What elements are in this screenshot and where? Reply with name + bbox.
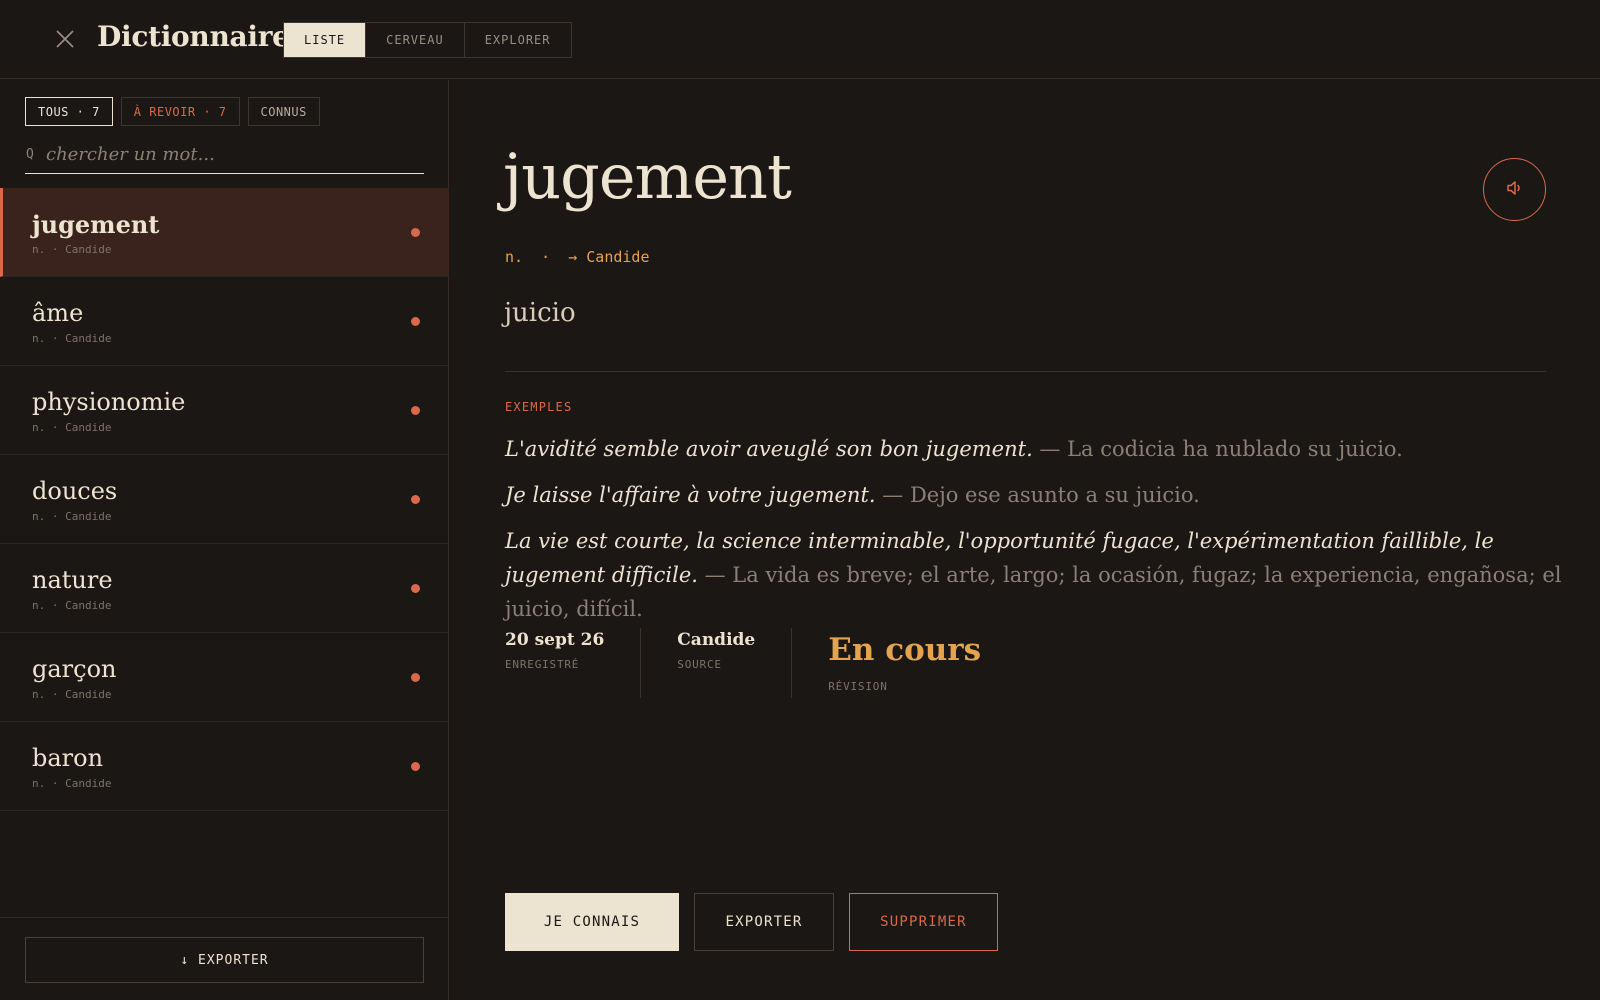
filter-chips: TOUS · 7 À REVOIR · 7 CONNUS (25, 97, 320, 126)
status-dot-icon (411, 406, 420, 415)
search-input[interactable] (46, 144, 406, 165)
divider (505, 371, 1546, 372)
status-dot-icon (411, 584, 420, 593)
list-item-meta: n. · Candide (32, 599, 112, 612)
status-dot-icon (411, 495, 420, 504)
examples-label: EXEMPLES (505, 400, 573, 414)
tab-cerveau[interactable]: CERVEAU (366, 23, 465, 57)
list-item-meta: n. · Candide (32, 510, 112, 523)
word-sidebar: TOUS · 7 À REVOIR · 7 CONNUS Q jugement … (0, 80, 449, 1000)
list-item[interactable]: jugement n. · Candide (0, 188, 449, 277)
search-icon: Q (26, 147, 34, 162)
meta-recorded: 20 sept 26 ENREGISTRÉ (505, 628, 642, 698)
recorded-label: ENREGISTRÉ (505, 658, 580, 671)
tab-liste[interactable]: LISTE (284, 23, 367, 57)
list-item-word: garçon (32, 655, 117, 683)
list-item[interactable]: nature n. · Candide (0, 544, 449, 633)
app-header: Dictionnaire LISTE CERVEAU EXPLORER (0, 0, 1600, 79)
revision-status: En cours (828, 632, 982, 668)
export-list-button[interactable]: ↓ EXPORTER (25, 937, 424, 983)
meta-revision: En cours RÉVISION (828, 628, 1017, 698)
list-item-word: jugement (32, 210, 160, 239)
example-spanish: La codicia ha nublado su juicio. (1067, 437, 1403, 461)
filter-known[interactable]: CONNUS (247, 97, 320, 126)
headword: jugement (503, 140, 792, 213)
status-dot-icon (411, 762, 420, 771)
filter-all[interactable]: TOUS · 7 (25, 97, 113, 126)
list-item-meta: n. · Candide (32, 421, 112, 434)
source-label: SOURCE (677, 658, 722, 671)
examples-list: L'avidité semble avoir aveuglé son bon j… (505, 432, 1565, 638)
list-item-word: physionomie (32, 388, 186, 416)
pronounce-button[interactable] (1483, 158, 1546, 221)
list-item-word: nature (32, 566, 113, 594)
meta-source: Candide SOURCE (677, 628, 793, 698)
example-sentence: La vie est courte, la science interminab… (505, 524, 1565, 626)
list-item-meta: n. · Candide (32, 777, 112, 790)
word-list: jugement n. · Candide âme n. · Candide p… (0, 188, 449, 811)
list-item-meta: n. · Candide (32, 332, 112, 345)
export-word-button[interactable]: EXPORTER (694, 893, 834, 951)
list-item[interactable]: baron n. · Candide (0, 722, 449, 811)
list-item[interactable]: physionomie n. · Candide (0, 366, 449, 455)
translation: juicio (504, 298, 576, 328)
part-of-speech-source: n. · → Candide (505, 248, 650, 266)
delete-word-button[interactable]: SUPPRIMER (849, 893, 998, 951)
speaker-icon (1504, 177, 1526, 203)
list-item-word: douces (32, 477, 118, 505)
example-separator: — (1032, 437, 1068, 461)
view-tabs: LISTE CERVEAU EXPLORER (283, 22, 572, 58)
revision-label: RÉVISION (828, 680, 888, 693)
example-spanish: Dejo ese asunto a su juicio. (909, 483, 1200, 507)
list-item[interactable]: âme n. · Candide (0, 277, 449, 366)
status-dot-icon (411, 673, 420, 682)
status-dot-icon (411, 228, 420, 237)
word-detail: jugement n. · → Candide juicio EXEMPLES … (450, 80, 1600, 1000)
list-item-meta: n. · Candide (32, 243, 112, 256)
list-item[interactable]: garçon n. · Candide (0, 633, 449, 722)
recorded-date: 20 sept 26 (505, 630, 605, 650)
word-metadata: 20 sept 26 ENREGISTRÉ Candide SOURCE En … (505, 628, 1017, 698)
filter-to-review[interactable]: À REVOIR · 7 (120, 97, 240, 126)
example-sentence: L'avidité semble avoir aveuglé son bon j… (505, 432, 1565, 466)
example-french: L'avidité semble avoir aveuglé son bon j… (505, 437, 1033, 461)
search-bar: Q (25, 136, 424, 174)
example-separator: — (875, 483, 910, 507)
list-item-meta: n. · Candide (32, 688, 112, 701)
tab-explorer[interactable]: EXPLORER (465, 23, 571, 57)
close-icon[interactable] (50, 24, 80, 54)
list-item[interactable]: douces n. · Candide (0, 455, 449, 544)
source-value: Candide (677, 630, 756, 650)
mark-known-button[interactable]: JE CONNAIS (505, 893, 679, 951)
list-item-word: âme (32, 299, 84, 327)
list-item-word: baron (32, 744, 104, 772)
app-title: Dictionnaire (97, 20, 290, 53)
example-separator: — (697, 563, 733, 587)
status-dot-icon (411, 317, 420, 326)
sidebar-footer: ↓ EXPORTER (0, 917, 449, 1000)
example-french: Je laisse l'affaire à votre jugement. (505, 483, 876, 507)
action-bar: JE CONNAIS EXPORTER SUPPRIMER (505, 893, 998, 951)
example-sentence: Je laisse l'affaire à votre jugement. — … (505, 478, 1565, 512)
